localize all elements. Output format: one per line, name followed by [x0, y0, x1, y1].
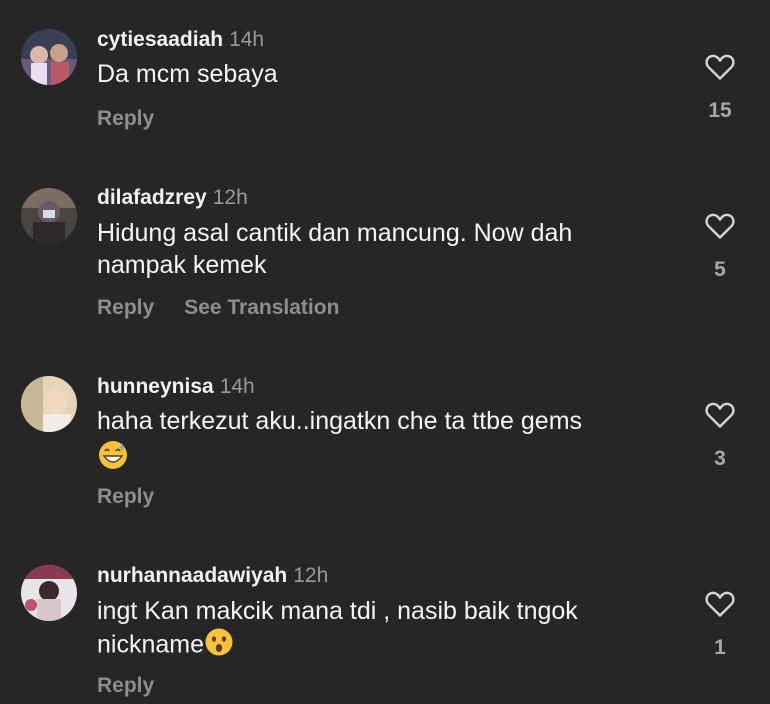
comment-text: ingt Kan makcik mana tdi , nasib baik tn… — [97, 595, 642, 665]
like-area: 1 — [700, 590, 740, 660]
comment-time: 12h — [293, 564, 329, 587]
comment-actions: Reply — [97, 107, 154, 131]
comment-text-content: ingt Kan makcik mana tdi , nasib baik tn… — [97, 597, 578, 659]
reply-button[interactable]: Reply — [97, 107, 154, 130]
username-text[interactable]: nurhannaadawiyah — [97, 564, 287, 587]
comment-text: haha terkezut aku..ingatkn che ta ttbe g… — [97, 407, 583, 435]
comment-time: 14h — [229, 28, 265, 51]
avatar[interactable] — [21, 188, 77, 244]
see-translation-button[interactable]: See Translation — [184, 296, 339, 319]
comment-actions: Reply — [97, 674, 154, 698]
comment-username[interactable]: dilafadzrey 12h — [97, 186, 248, 210]
grinning-sweat-emoji — [97, 439, 129, 476]
comment-actions: Reply — [97, 485, 154, 509]
comment-text: Hidung asal cantik dan mancung. Now dah … — [97, 219, 573, 279]
reply-button[interactable]: Reply — [97, 485, 154, 508]
comment-text: Da mcm sebaya — [97, 60, 278, 88]
comment-username[interactable]: nurhannaadawiyah 12h — [97, 564, 328, 588]
heart-outline-icon[interactable] — [700, 212, 740, 240]
like-count: 15 — [708, 99, 732, 122]
avatar[interactable] — [21, 29, 77, 85]
username-text[interactable]: dilafadzrey — [97, 186, 207, 209]
comment-username[interactable]: cytiesaadiah 14h — [97, 28, 264, 52]
comment-time: 14h — [219, 375, 255, 398]
like-count: 3 — [714, 447, 726, 470]
like-area: 15 — [700, 53, 740, 123]
comment-username[interactable]: hunneynisa 14h — [97, 375, 255, 399]
heart-outline-icon[interactable] — [700, 590, 740, 618]
like-count: 1 — [714, 636, 726, 659]
comment-actions: Reply See Translation — [97, 296, 339, 320]
heart-outline-icon[interactable] — [700, 53, 740, 81]
comment-time: 12h — [212, 186, 248, 209]
avatar[interactable] — [21, 376, 77, 432]
username-text[interactable]: cytiesaadiah — [97, 28, 223, 51]
like-count: 5 — [714, 258, 726, 281]
comments-list: cytiesaadiah 14h Da mcm sebaya Reply 15 d… — [0, 0, 770, 704]
like-area: 5 — [700, 212, 740, 282]
like-area: 3 — [700, 401, 740, 471]
reply-button[interactable]: Reply — [97, 674, 154, 697]
astonished-face-emoji — [204, 627, 234, 665]
username-text[interactable]: hunneynisa — [97, 375, 214, 398]
heart-outline-icon[interactable] — [700, 401, 740, 429]
reply-button[interactable]: Reply — [97, 296, 154, 319]
avatar[interactable] — [21, 565, 77, 621]
